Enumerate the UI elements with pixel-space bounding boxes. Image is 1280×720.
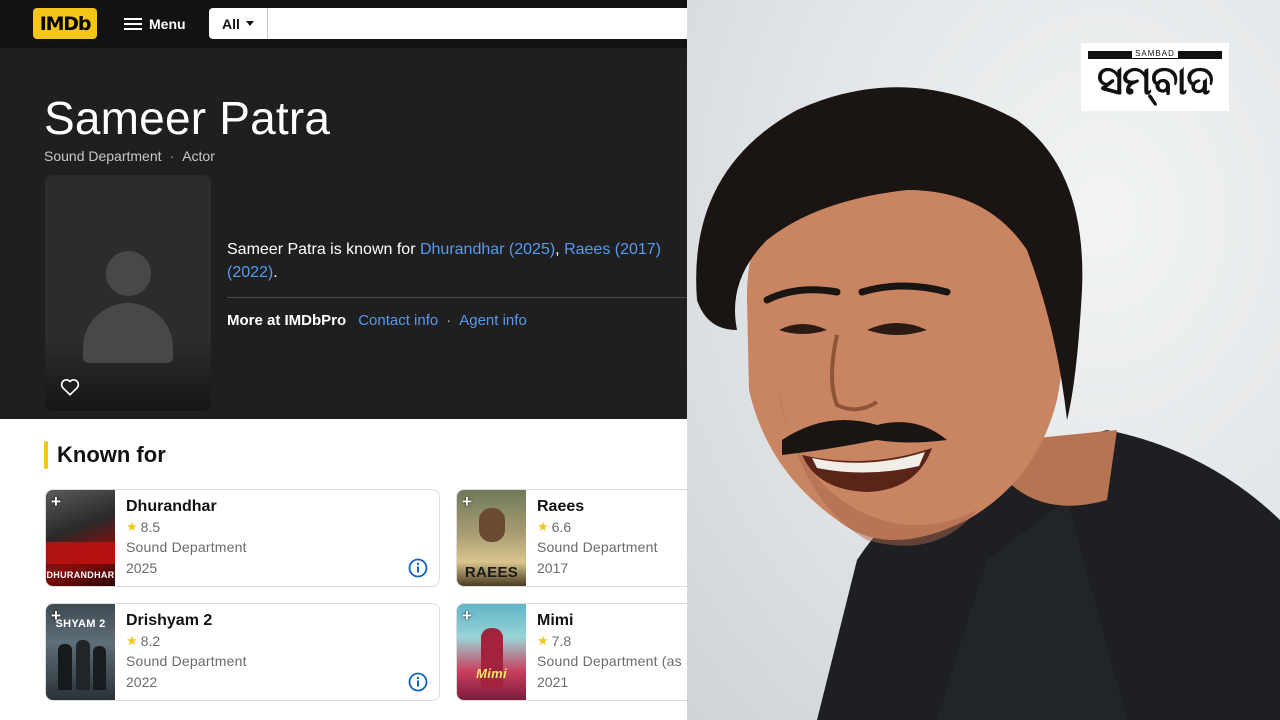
info-icon[interactable] — [408, 558, 428, 578]
user-silhouette-icon — [106, 251, 151, 296]
imdb-page: IMDb Menu All Sameer Patra Sound Departm… — [0, 0, 687, 720]
imdbpro-label: More at IMDbPro — [227, 312, 347, 329]
agent-info-link[interactable]: Agent info — [459, 312, 527, 329]
known-for-card-dhurandhar[interactable]: DHURANDHAR + Dhurandhar ★ 8.5 Sound Depar… — [45, 489, 440, 587]
star-icon: ★ — [126, 633, 138, 648]
bio-link-drishyam[interactable]: (2022) — [227, 264, 273, 281]
user-silhouette-body — [83, 303, 173, 363]
plus-icon[interactable]: + — [462, 606, 472, 626]
card-rating: ★ 6.6 — [537, 519, 571, 535]
star-icon: ★ — [537, 633, 549, 648]
page-title: Sameer Patra — [44, 92, 331, 144]
poster-drishyam-2[interactable]: SHYAM 2 + — [46, 604, 115, 700]
poster-mimi[interactable]: Mimi + — [457, 604, 526, 700]
poster-title: DHURANDHAR — [46, 570, 115, 580]
role-separator: · — [169, 148, 175, 164]
person-photo: SAMBAD ସମ୍ବାଦ — [687, 0, 1280, 720]
star-icon: ★ — [537, 519, 549, 534]
card-rating: ★ 7.8 — [537, 633, 571, 649]
bio-period: . — [273, 264, 278, 281]
search-category-label: All — [222, 15, 240, 32]
search-category-dropdown[interactable]: All — [209, 8, 268, 39]
card-rating: ★ 8.5 — [126, 519, 160, 535]
card-year: 2017 — [537, 560, 569, 576]
bio-comma: , — [555, 241, 565, 258]
logo-small-label: SAMBAD — [1132, 49, 1178, 58]
profile-photo-placeholder[interactable] — [45, 175, 211, 411]
logo-big-text: ସମ୍ବାଦ — [1097, 58, 1214, 104]
card-year: 2025 — [126, 560, 158, 576]
caret-down-icon — [245, 21, 254, 26]
card-year: 2021 — [537, 674, 569, 690]
search-bar: All — [209, 8, 687, 39]
bio-link-dhurandhar[interactable]: Dhurandhar (2025) — [420, 241, 555, 258]
known-for-card-drishyam-2[interactable]: SHYAM 2 + Drishyam 2 ★ 8.2 Sound Departme… — [45, 603, 440, 701]
card-title[interactable]: Drishyam 2 — [126, 612, 212, 630]
card-year: 2022 — [126, 674, 158, 690]
rating-value: 6.6 — [551, 519, 572, 535]
card-rating: ★ 8.2 — [126, 633, 160, 649]
menu-label: Menu — [149, 15, 186, 32]
poster-title: Mimi — [476, 666, 507, 681]
search-input[interactable] — [268, 8, 687, 39]
poster-dhurandhar[interactable]: DHURANDHAR + — [46, 490, 115, 586]
known-for-card-raees[interactable]: RAEES + Raees ★ 6.6 Sound Department 2017 — [456, 489, 687, 587]
sambad-watermark-logo: SAMBAD ସମ୍ବାଦ — [1081, 43, 1229, 111]
known-for-header: Known for — [44, 441, 166, 469]
known-for-title: Known for — [57, 442, 166, 467]
pro-separator: · — [446, 312, 452, 329]
profile-roles: Sound Department · Actor — [44, 148, 215, 164]
card-role: Sound Department — [537, 539, 658, 555]
section-accent-bar — [44, 441, 48, 469]
poster-raees[interactable]: RAEES + — [457, 490, 526, 586]
rating-value: 8.2 — [140, 633, 161, 649]
imdbpro-row: More at IMDbPro Contact info · Agent inf… — [227, 312, 527, 329]
known-for-card-mimi[interactable]: Mimi + Mimi ★ 7.8 Sound Department (as S … — [456, 603, 687, 701]
plus-icon[interactable]: + — [51, 492, 61, 512]
bio-prefix: Sameer Patra is known for — [227, 241, 420, 258]
bio-text: Sameer Patra is known for Dhurandhar (20… — [227, 238, 687, 284]
plus-icon[interactable]: + — [462, 492, 472, 512]
logo-small-text: SAMBAD — [1081, 49, 1229, 58]
card-role: Sound Department — [126, 539, 247, 555]
menu-icon — [124, 17, 142, 30]
plus-icon[interactable]: + — [51, 606, 61, 626]
card-role: Sound Department (as S — [537, 653, 687, 669]
info-icon[interactable] — [408, 672, 428, 692]
card-title[interactable]: Mimi — [537, 612, 573, 630]
role-sound-department: Sound Department — [44, 148, 162, 164]
poster-title: RAEES — [464, 564, 519, 581]
role-actor: Actor — [182, 148, 215, 164]
menu-button[interactable]: Menu — [116, 8, 194, 39]
bio-link-raees[interactable]: Raees (2017) — [564, 241, 661, 258]
profile-hero: Sameer Patra Sound Department · Actor Sa… — [0, 48, 687, 419]
rating-value: 7.8 — [551, 633, 572, 649]
bio-divider — [227, 297, 687, 298]
imdb-logo[interactable]: IMDb — [33, 8, 97, 39]
card-role: Sound Department — [126, 653, 247, 669]
contact-info-link[interactable]: Contact info — [358, 312, 438, 329]
top-navbar: IMDb Menu All — [0, 0, 687, 48]
card-title[interactable]: Dhurandhar — [126, 498, 217, 516]
star-icon: ★ — [126, 519, 138, 534]
card-title[interactable]: Raees — [537, 498, 584, 516]
heart-icon[interactable] — [57, 374, 83, 400]
rating-value: 8.5 — [140, 519, 161, 535]
